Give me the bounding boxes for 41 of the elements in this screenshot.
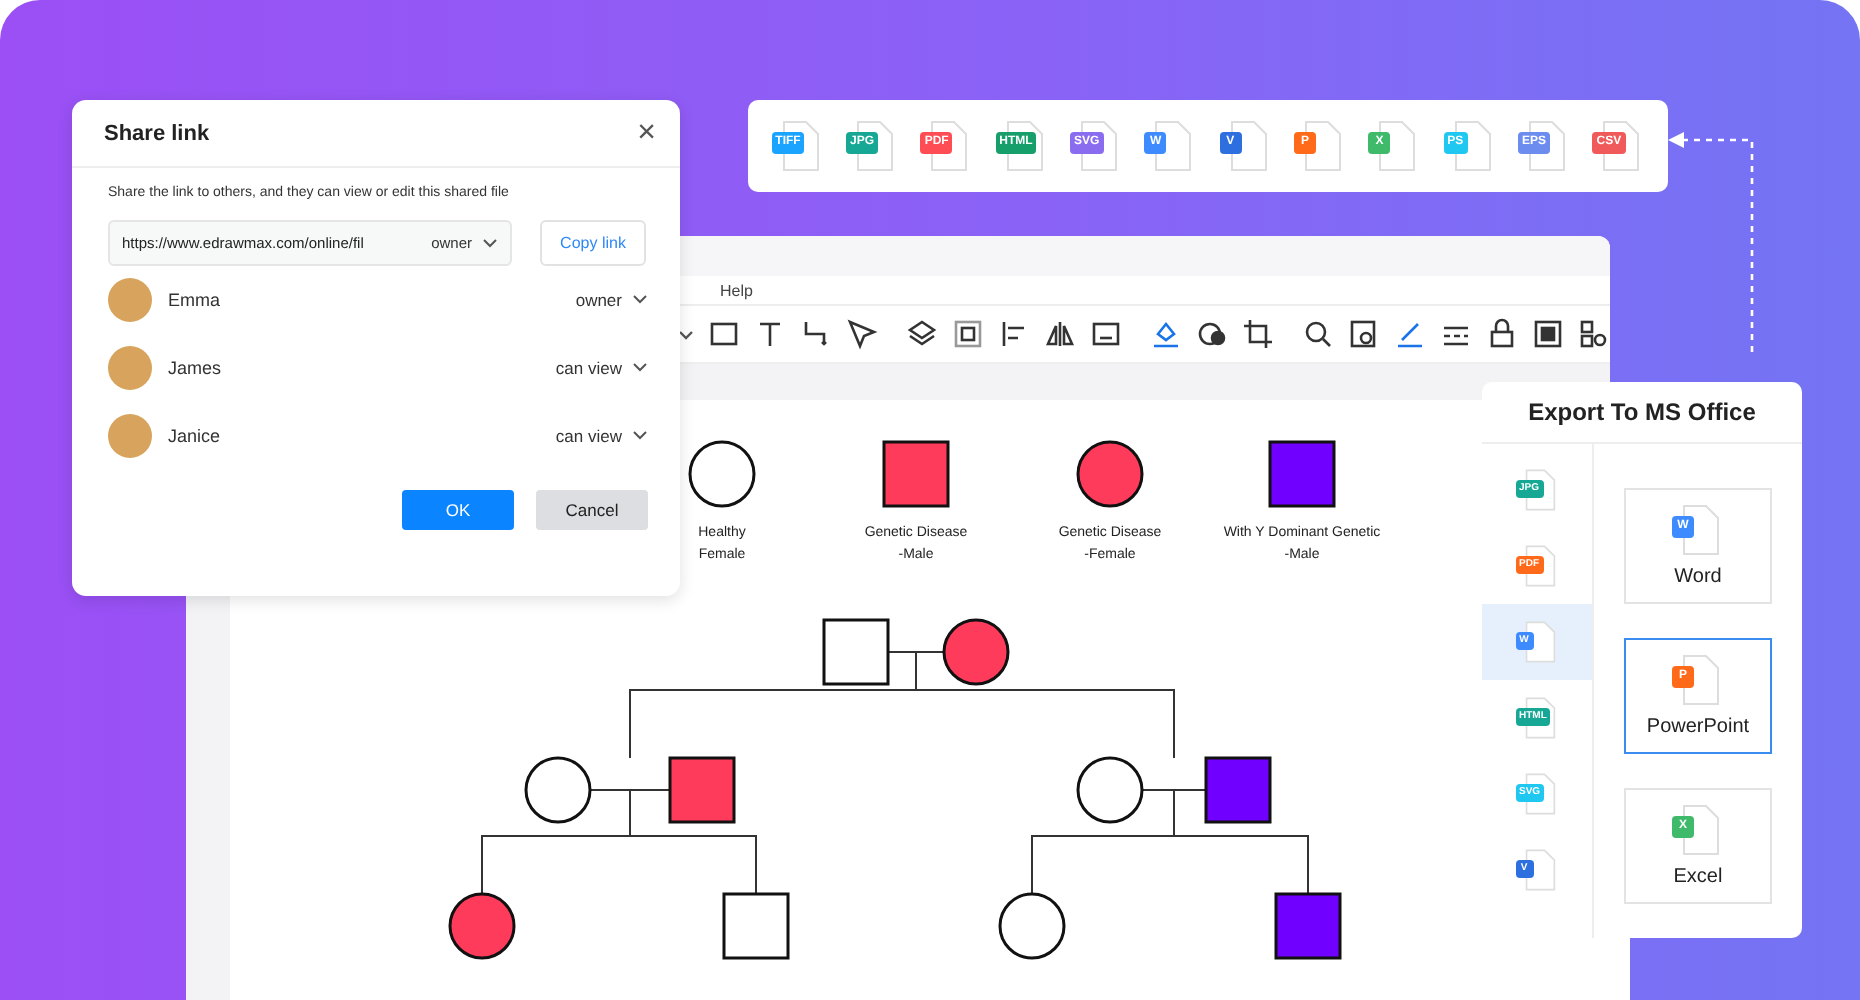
chevron-down-icon: [632, 362, 648, 374]
pen-icon[interactable]: [1394, 318, 1426, 350]
dialog-title: Share link: [104, 121, 210, 145]
avatar: [108, 346, 152, 390]
person-name: Emma: [168, 290, 223, 310]
person-name: Janice: [168, 426, 223, 446]
menu-item[interactable]: Help: [720, 281, 753, 299]
text-icon[interactable]: [754, 318, 786, 350]
crop-icon[interactable]: [1242, 318, 1274, 350]
connector-icon[interactable]: [800, 318, 832, 350]
close-button[interactable]: ×: [629, 117, 664, 149]
copy-link-button[interactable]: Copy link: [540, 220, 646, 266]
lock-icon[interactable]: [1486, 318, 1518, 350]
fill-icon[interactable]: [1150, 318, 1182, 350]
option-label: Word: [1674, 566, 1722, 588]
fit-icon[interactable]: [1532, 318, 1564, 350]
person-name: James: [168, 358, 224, 378]
layers-icon[interactable]: [906, 318, 938, 350]
permission-dropdown[interactable]: owner: [575, 290, 648, 310]
chevron-down-icon: [632, 430, 648, 442]
pointer-icon[interactable]: [846, 318, 878, 350]
search-icon[interactable]: [1302, 318, 1334, 350]
frame-icon[interactable]: [1090, 318, 1122, 350]
avatar: [108, 278, 152, 322]
flip-icon[interactable]: [1044, 318, 1076, 350]
find-icon[interactable]: [1348, 318, 1380, 350]
avatar: [108, 414, 152, 458]
shape-icon[interactable]: [1196, 318, 1228, 350]
chevron-down-icon: [482, 237, 498, 249]
ok-button[interactable]: OK: [402, 490, 514, 530]
align-icon[interactable]: [998, 318, 1030, 350]
group-icon[interactable]: [952, 318, 984, 350]
rectangle-icon[interactable]: [708, 318, 740, 350]
option-label: PowerPoint: [1646, 716, 1750, 738]
permission-dropdown[interactable]: can view: [555, 358, 648, 378]
cancel-button[interactable]: Cancel: [536, 490, 648, 530]
option-label: Excel: [1673, 866, 1723, 888]
panel-title: Export To MS Office: [1482, 382, 1802, 444]
permission-dropdown[interactable]: can view: [555, 426, 648, 446]
chevron-down-icon: [632, 294, 648, 306]
more-icon[interactable]: [1578, 318, 1610, 350]
